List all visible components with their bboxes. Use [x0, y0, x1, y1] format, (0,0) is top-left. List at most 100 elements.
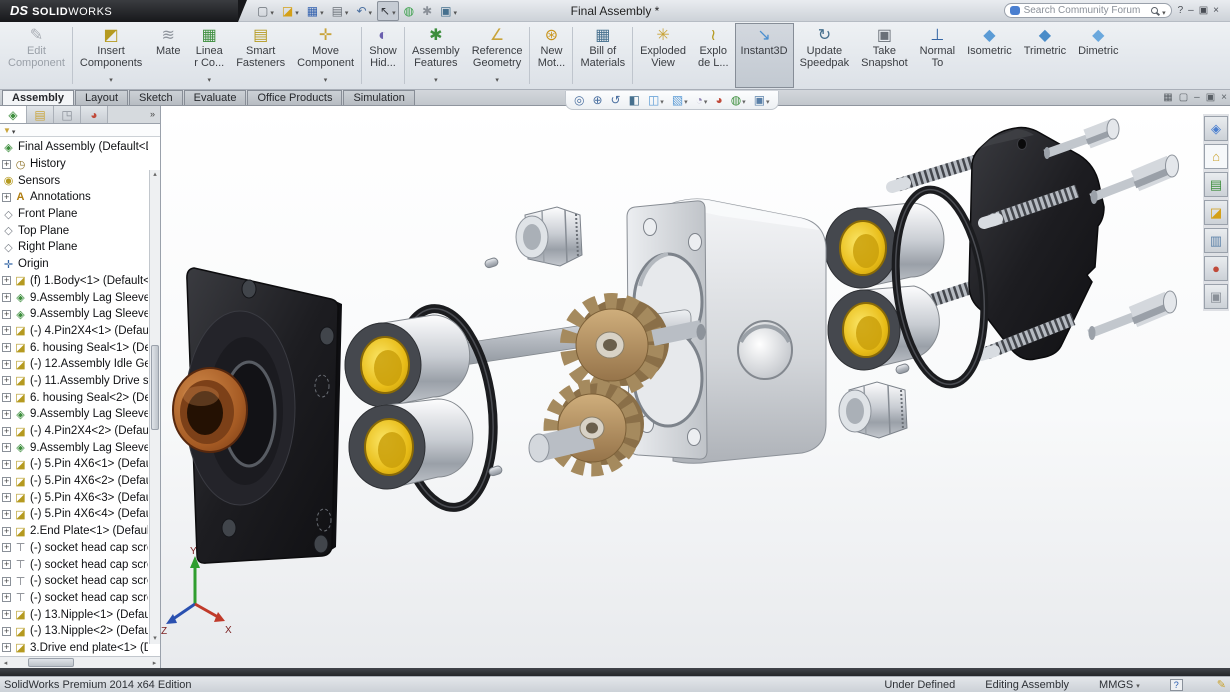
expand-toggle[interactable]	[2, 442, 11, 453]
expand-toggle[interactable]	[2, 576, 11, 586]
scroll-down-arrow[interactable]: ▾	[150, 634, 160, 644]
panel-tabs-overflow-chevron[interactable]: »	[150, 106, 160, 123]
tree-item[interactable]: ⊤ (-) socket head cap screw	[2, 590, 148, 607]
ribbon-button[interactable]: ▤ Smart Fasteners	[230, 23, 291, 88]
expand-toggle[interactable]	[2, 275, 11, 286]
scroll-right-arrow[interactable]: ▸	[149, 657, 160, 668]
expand-toggle[interactable]	[2, 476, 11, 486]
zoom-to-area-button[interactable]: ⊕	[592, 94, 602, 106]
ribbon-button[interactable]: ◐ Show Hid...	[363, 23, 403, 88]
expand-toggle[interactable]	[2, 526, 11, 536]
expand-toggle[interactable]	[2, 392, 11, 403]
lag-sleeve-pair-right[interactable]	[824, 202, 945, 371]
quick-tips-icon[interactable]: ?	[1169, 678, 1183, 691]
minimize-button[interactable]: –	[1188, 5, 1194, 16]
commandmanager-tab[interactable]: Assembly	[2, 90, 74, 105]
tree-item[interactable]: ◪ 6. housing Seal<2> (Def	[2, 389, 148, 406]
new-document-button[interactable]: ▢	[254, 1, 277, 21]
doc-minimize-button[interactable]: –	[1194, 92, 1200, 104]
tree-item[interactable]: ⊤ (-) socket head cap screw	[2, 573, 148, 590]
tree-item[interactable]: ◪ 2.End Plate<1> (Default	[2, 523, 148, 540]
hex-nipple-right[interactable]	[838, 381, 908, 439]
tree-item[interactable]: ⊤ (-) socket head cap screw	[2, 540, 148, 557]
dropdown-caret[interactable]	[684, 91, 688, 109]
units-caret[interactable]	[1136, 679, 1140, 691]
tree-item[interactable]: ◪ (-) 5.Pin 4X6<2> (Defaul	[2, 473, 148, 490]
close-button[interactable]: ×	[1213, 5, 1219, 16]
hex-plug-fitting[interactable]	[515, 206, 583, 267]
expand-toggle[interactable]	[2, 325, 11, 336]
ribbon-button[interactable]: ◆ Trimetric	[1018, 23, 1072, 88]
dropdown-caret[interactable]	[434, 69, 438, 77]
display-style-button[interactable]: ▧	[672, 91, 688, 109]
expand-toggle[interactable]	[2, 375, 11, 386]
zoom-to-fit-button[interactable]: ◎	[574, 94, 584, 106]
commandmanager-tab[interactable]: Simulation	[343, 90, 415, 105]
tree-horizontal-scrollbar[interactable]: ◂ ▸	[0, 656, 160, 668]
ribbon-button[interactable]: ↻ Update Speedpak	[794, 23, 856, 88]
dropdown-caret[interactable]	[268, 2, 274, 20]
options-button[interactable]: ✱	[419, 4, 435, 18]
tree-item[interactable]: ⊤ (-) socket head cap screw	[2, 556, 148, 573]
expand-toggle[interactable]	[2, 359, 11, 369]
tree-item[interactable]: ◷ History	[2, 156, 148, 173]
front-cover-plate[interactable]	[172, 267, 342, 564]
tree-item[interactable]: ◪ (-) 4.Pin2X4<2> (Default	[2, 423, 148, 440]
tree-item[interactable]: A Annotations	[2, 189, 148, 206]
ribbon-button[interactable]: ≀ Explo de L...	[692, 23, 735, 88]
ribbon-button[interactable]: ◩ Insert Components	[74, 23, 148, 88]
dropdown-caret[interactable]	[109, 69, 113, 77]
dropdown-caret[interactable]	[451, 2, 457, 20]
apply-scene-button[interactable]: ◍	[731, 91, 746, 109]
dropdown-caret[interactable]	[742, 91, 746, 109]
search-icon[interactable]	[1151, 7, 1159, 14]
tree-item[interactable]: ◪ (-) 4.Pin2X4<1> (Default	[2, 323, 148, 340]
tree-item[interactable]: ◈ 9.Assembly Lag Sleeve<	[2, 289, 148, 306]
ribbon-button[interactable]: ◆ Dimetric	[1072, 23, 1124, 88]
scroll-up-arrow[interactable]: ▴	[150, 170, 160, 180]
configurationmanager-tab[interactable]: ◳	[54, 106, 81, 123]
help-button[interactable]: ?	[1178, 5, 1184, 16]
tree-item[interactable]: ◪ (f) 1.Body<1> (Default<	[2, 273, 148, 290]
doc-close-button[interactable]: ×	[1221, 92, 1227, 104]
propertymanager-tab[interactable]: ▤	[27, 106, 54, 123]
tree-item[interactable]: ◪ (-) 5.Pin 4X6<4> (Defaul	[2, 506, 148, 523]
ribbon-button[interactable]: ✳ Exploded View	[634, 23, 692, 88]
commandmanager-tab[interactable]: Evaluate	[183, 90, 247, 105]
dropdown-caret[interactable]	[390, 2, 396, 20]
exploded-assembly-model[interactable]: Y Z X	[161, 106, 1230, 668]
expand-toggle[interactable]	[2, 626, 11, 636]
ribbon-button[interactable]: ▦ Linea r Co...	[188, 23, 230, 88]
expand-toggle[interactable]	[2, 592, 11, 603]
scrollbar-thumb[interactable]	[28, 658, 74, 667]
commandmanager-tab[interactable]: Office Products	[247, 90, 343, 105]
status-units[interactable]: MMGS	[1099, 679, 1133, 691]
expand-toggle[interactable]	[2, 542, 11, 553]
tree-item[interactable]: ✛ Origin	[2, 256, 148, 273]
displaymanager-tab[interactable]: ◕	[81, 106, 108, 123]
tree-item[interactable]: ◉ Sensors	[2, 172, 148, 189]
dropdown-caret[interactable]	[367, 2, 373, 20]
section-view-button[interactable]: ◧	[629, 94, 640, 106]
expand-toggle[interactable]	[2, 609, 11, 620]
expand-toggle[interactable]	[2, 426, 11, 436]
ribbon-button[interactable]: ↘ Instant3D	[734, 23, 794, 88]
tree-item[interactable]: ◪ (-) 5.Pin 4X6<1> (Defaul	[2, 456, 148, 473]
commandmanager-tab[interactable]: Sketch	[129, 90, 183, 105]
tree-filter-row[interactable]: ▼	[0, 124, 160, 137]
design-library-tab[interactable]: ▤	[1204, 172, 1228, 197]
print-button[interactable]: ▤	[329, 1, 352, 21]
dropdown-caret[interactable]	[704, 91, 708, 109]
custom-properties-tab[interactable]: ▣	[1204, 284, 1228, 309]
solidworks-resources-tab[interactable]: ◈	[1204, 116, 1228, 141]
expand-toggle[interactable]	[2, 642, 11, 653]
tree-item[interactable]: ◈ 9.Assembly Lag Sleeve<	[2, 439, 148, 456]
graphics-viewport[interactable]: Y Z X	[161, 106, 1230, 668]
expand-toggle[interactable]	[2, 459, 11, 469]
ribbon-button[interactable]: ✎ Edit Component	[2, 23, 71, 88]
undo-button[interactable]: ↶	[353, 1, 375, 21]
expand-toggle[interactable]	[2, 509, 11, 519]
expand-toggle[interactable]	[2, 559, 11, 570]
search-input[interactable]: Search Community Forum	[1003, 2, 1172, 20]
search-scope-caret[interactable]	[1162, 2, 1166, 20]
